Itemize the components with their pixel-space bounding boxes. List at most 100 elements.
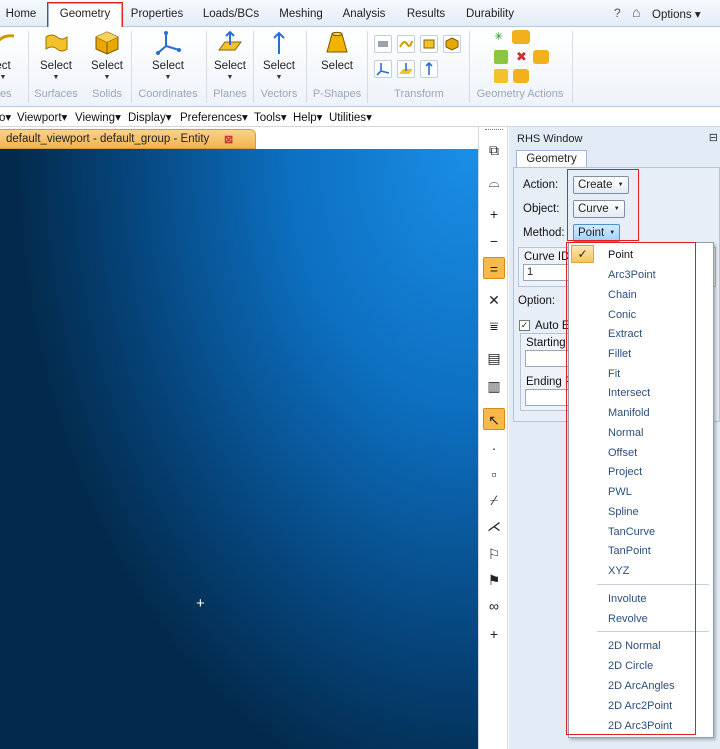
point-snap-icon[interactable]: · xyxy=(483,437,505,459)
select-surfaces-button[interactable]: Select ▼ xyxy=(34,27,78,89)
action-edit-icon[interactable] xyxy=(512,30,530,44)
menu-viewing[interactable]: Viewing▾ xyxy=(75,110,121,124)
toolbar-grip[interactable] xyxy=(485,129,503,132)
tab-durability[interactable]: Durability xyxy=(460,5,520,27)
method-option-involute[interactable]: Involute xyxy=(569,590,713,609)
select-surfaces-label: Select xyxy=(40,60,72,72)
auto-execute-checkbox[interactable]: ✓ xyxy=(519,320,530,331)
method-option-offset[interactable]: Offset xyxy=(569,444,713,463)
select-vectors-button[interactable]: Select ▼ xyxy=(259,27,299,89)
object-select[interactable]: Curve xyxy=(573,200,625,218)
method-option-fillet[interactable]: Fillet xyxy=(569,345,713,364)
group-surfaces-label: Surfaces xyxy=(34,88,78,100)
tab-results[interactable]: Results xyxy=(400,5,452,27)
tab-properties[interactable]: Properties xyxy=(124,5,190,27)
menu-help[interactable]: Help▾ xyxy=(293,110,322,124)
action-sparkle-icon[interactable]: ✳ xyxy=(494,30,503,43)
plus-icon[interactable]: + xyxy=(483,623,505,645)
method-option-2d-normal[interactable]: 2D Normal xyxy=(569,637,713,656)
close-icon[interactable]: ⊠ xyxy=(224,131,233,149)
method-option-2d-arc3point[interactable]: 2D Arc3Point xyxy=(569,717,713,736)
action-verify-icon[interactable] xyxy=(494,69,508,83)
menu-tools[interactable]: Tools▾ xyxy=(254,110,287,124)
replace-equals-icon[interactable]: = xyxy=(483,257,505,279)
method-select[interactable]: Point xyxy=(573,224,621,242)
menu-clipped[interactable]: o▾ xyxy=(0,110,11,124)
curve-id-input[interactable]: 1 xyxy=(523,264,571,281)
method-option-tancurve[interactable]: TanCurve xyxy=(569,523,713,542)
flag-icon[interactable]: ⚐ xyxy=(483,543,505,565)
curve-snap-icon[interactable]: ⌿ xyxy=(483,489,505,511)
select-solids-button[interactable]: Select ▼ xyxy=(88,27,126,89)
graphics-viewport[interactable]: + xyxy=(0,149,478,749)
method-option-xyz[interactable]: XYZ xyxy=(569,562,713,581)
menu-display[interactable]: Display▾ xyxy=(128,110,172,124)
copy-icon[interactable]: ⧉ xyxy=(483,139,505,161)
method-option-manifold[interactable]: Manifold xyxy=(569,404,713,423)
pin-icon[interactable]: ⊟ xyxy=(709,131,718,144)
method-option-2d-circle[interactable]: 2D Circle xyxy=(569,657,713,676)
method-option-arc3point[interactable]: Arc3Point xyxy=(569,266,713,285)
transform-coordinate-button[interactable] xyxy=(374,60,392,78)
transform-plane-button[interactable] xyxy=(397,60,415,78)
rhs-tab-geometry[interactable]: Geometry xyxy=(516,150,587,168)
select-curves-button[interactable]: ect ▼ xyxy=(0,27,20,89)
method-option-project[interactable]: Project xyxy=(569,463,713,482)
menu-preferences[interactable]: Preferences▾ xyxy=(180,110,248,124)
transform-surface-button[interactable] xyxy=(420,35,438,53)
menu-viewport[interactable]: Viewport▾ xyxy=(17,110,67,124)
pointer-select-icon[interactable]: ↖ xyxy=(483,408,505,430)
method-option-fit[interactable]: Fit xyxy=(569,365,713,384)
transform-solid-button[interactable] xyxy=(443,35,461,53)
method-option-point[interactable]: Point xyxy=(569,246,713,265)
transform-vector-button[interactable] xyxy=(420,60,438,78)
method-option-chain[interactable]: Chain xyxy=(569,286,713,305)
tab-home[interactable]: Home xyxy=(0,5,42,27)
menu-utilities[interactable]: Utilities▾ xyxy=(329,110,372,124)
method-option-normal[interactable]: Normal xyxy=(569,424,713,443)
tab-geometry[interactable]: Geometry xyxy=(47,2,123,29)
select-planes-button[interactable]: Select ▼ xyxy=(210,27,250,89)
link-icon[interactable]: ∞ xyxy=(483,595,505,617)
method-option-intersect[interactable]: Intersect xyxy=(569,384,713,403)
method-option-pwl[interactable]: PWL xyxy=(569,483,713,502)
node-snap-icon[interactable]: ▫ xyxy=(483,463,505,485)
action-transform-icon[interactable] xyxy=(513,69,529,83)
select-p-shapes-label: Select xyxy=(321,60,353,72)
panel-right-icon[interactable]: ▥ xyxy=(483,375,505,397)
panel-left-icon[interactable]: ▤ xyxy=(483,347,505,369)
options-menu[interactable]: Options ▾ xyxy=(652,7,701,21)
help-icon[interactable]: ? xyxy=(614,6,621,20)
method-option-spline[interactable]: Spline xyxy=(569,503,713,522)
method-option-2d-arcangles[interactable]: 2D ArcAngles xyxy=(569,677,713,696)
tab-loads-bcs[interactable]: Loads/BCs xyxy=(196,5,266,27)
viewport-tab[interactable]: default_viewport - default_group - Entit… xyxy=(0,129,256,149)
polygon-select-icon[interactable]: ⌓ xyxy=(483,171,505,193)
tab-meshing[interactable]: Meshing xyxy=(274,5,328,27)
method-option-conic[interactable]: Conic xyxy=(569,306,713,325)
method-option-revolve[interactable]: Revolve xyxy=(569,610,713,629)
add-icon[interactable]: + xyxy=(483,203,505,225)
starting-point-label: Starting I xyxy=(526,337,573,349)
method-option-extract[interactable]: Extract xyxy=(569,325,713,344)
method-option-2d-arc2point[interactable]: 2D Arc2Point xyxy=(569,697,713,716)
flag-grid-icon[interactable]: ⚑ xyxy=(483,569,505,591)
chevron-down-icon: ▼ xyxy=(52,74,60,81)
action-select[interactable]: Create xyxy=(573,176,629,194)
remove-icon[interactable]: − xyxy=(483,230,505,252)
method-option-tanpoint[interactable]: TanPoint xyxy=(569,542,713,561)
action-delete-icon[interactable]: ✖ xyxy=(516,49,527,65)
transform-translate-button[interactable] xyxy=(374,35,392,53)
action-modify-icon[interactable] xyxy=(533,50,549,64)
select-p-shapes-button[interactable]: Select xyxy=(314,27,360,89)
method-dropdown-menu: ✓ Point Arc3Point Chain Conic Extract Fi… xyxy=(568,242,714,738)
cross-filter-icon[interactable]: ✕ xyxy=(483,289,505,311)
transform-curve-button[interactable] xyxy=(397,35,415,53)
intersect-snap-icon[interactable]: ⋌ xyxy=(483,515,505,537)
home-icon[interactable]: ⌂ xyxy=(632,4,640,20)
filter-icon[interactable]: ⩸ xyxy=(483,315,505,337)
action-check-icon[interactable] xyxy=(494,50,508,64)
option-label: Option: xyxy=(518,295,556,307)
select-coordinates-button[interactable]: Select ▼ xyxy=(148,27,188,89)
tab-analysis[interactable]: Analysis xyxy=(336,5,392,27)
